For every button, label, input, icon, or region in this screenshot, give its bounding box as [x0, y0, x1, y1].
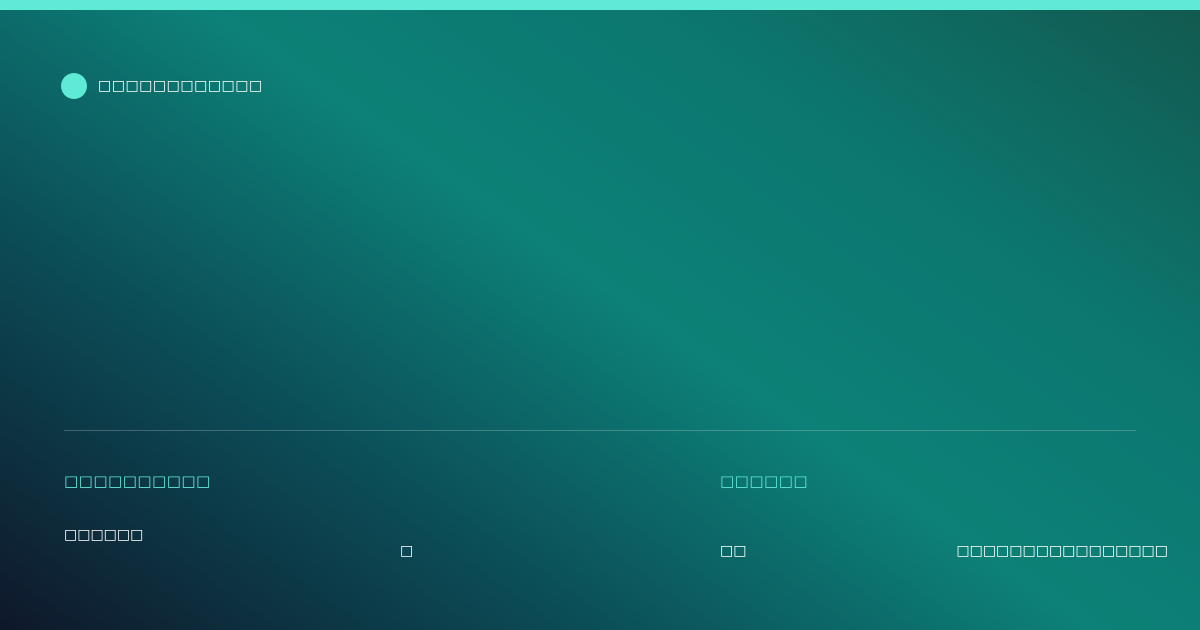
top-accent-bar: [0, 0, 1200, 10]
share-card: □□□□□□□□□□□□ □□□□□□□□□□ □□□□□□ □ □□□□□□ …: [0, 0, 1200, 630]
brand-circle-icon: [61, 73, 87, 99]
right-section-value: □□: [720, 543, 747, 559]
brand-name: □□□□□□□□□□□□: [98, 78, 263, 94]
left-section-value: □□□□□□: [64, 527, 144, 543]
right-section-label: □□□□□□: [720, 472, 809, 490]
left-section-label: □□□□□□□□□□: [64, 472, 211, 490]
right-section-extra: □□□□□□□□□□□□□□□□: [956, 543, 1168, 559]
divider-line: [64, 430, 1136, 431]
left-section-extra: □: [400, 543, 414, 559]
brand-header: □□□□□□□□□□□□: [61, 73, 263, 99]
